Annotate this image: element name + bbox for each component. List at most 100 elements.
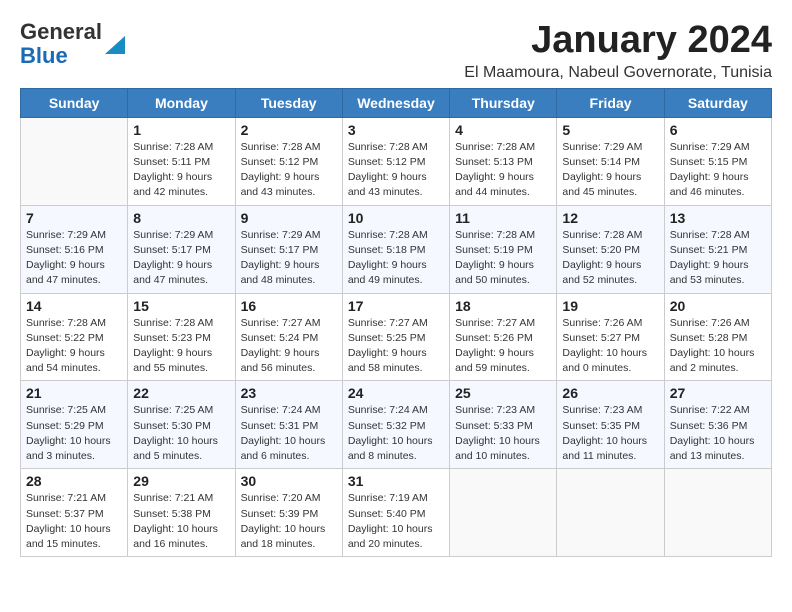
day-info: Sunrise: 7:29 AM Sunset: 5:15 PM Dayligh… <box>670 140 766 201</box>
logo-general: General <box>20 19 102 44</box>
day-number: 2 <box>241 122 337 138</box>
calendar-row: 14 Sunrise: 7:28 AM Sunset: 5:22 PM Dayli… <box>21 293 772 381</box>
day-info: Sunrise: 7:22 AM Sunset: 5:36 PM Dayligh… <box>670 403 766 464</box>
day-number: 15 <box>133 298 229 314</box>
calendar-cell: 5Sunrise: 7:29 AM Sunset: 5:14 PM Daylig… <box>557 117 664 205</box>
weekday-header-cell: Monday <box>128 88 235 117</box>
day-number: 24 <box>348 385 444 401</box>
calendar-cell: 29 Sunrise: 7:21 AM Sunset: 5:38 PM Dayli… <box>128 469 235 557</box>
day-info: Sunrise: 7:29 AM Sunset: 5:17 PM Dayligh… <box>133 228 229 289</box>
day-number: 23 <box>241 385 337 401</box>
day-info: Sunrise: 7:24 AM Sunset: 5:31 PM Dayligh… <box>241 403 337 464</box>
calendar-row: 21Sunrise: 7:25 AM Sunset: 5:29 PM Dayli… <box>21 381 772 469</box>
day-info: Sunrise: 7:27 AM Sunset: 5:25 PM Dayligh… <box>348 316 444 377</box>
day-info: Sunrise: 7:20 AM Sunset: 5:39 PM Dayligh… <box>241 491 337 552</box>
day-number: 10 <box>348 210 444 226</box>
weekday-header-cell: Sunday <box>21 88 128 117</box>
calendar-cell: 16 Sunrise: 7:27 AM Sunset: 5:24 PM Dayli… <box>235 293 342 381</box>
day-info: Sunrise: 7:28 AM Sunset: 5:12 PM Dayligh… <box>241 140 337 201</box>
day-info: Sunrise: 7:25 AM Sunset: 5:30 PM Dayligh… <box>133 403 229 464</box>
weekday-header-cell: Wednesday <box>342 88 449 117</box>
calendar-cell <box>450 469 557 557</box>
day-number: 25 <box>455 385 551 401</box>
calendar-cell: 17Sunrise: 7:27 AM Sunset: 5:25 PM Dayli… <box>342 293 449 381</box>
month-title: January 2024 <box>464 20 772 62</box>
day-number: 26 <box>562 385 658 401</box>
day-info: Sunrise: 7:26 AM Sunset: 5:27 PM Dayligh… <box>562 316 658 377</box>
calendar-cell <box>664 469 771 557</box>
calendar-cell: 2 Sunrise: 7:28 AM Sunset: 5:12 PM Daylig… <box>235 117 342 205</box>
day-number: 29 <box>133 473 229 489</box>
day-info: Sunrise: 7:29 AM Sunset: 5:16 PM Dayligh… <box>26 228 122 289</box>
day-number: 30 <box>241 473 337 489</box>
day-number: 1 <box>133 122 229 138</box>
calendar-cell: 10 Sunrise: 7:28 AM Sunset: 5:18 PM Dayli… <box>342 205 449 293</box>
day-info: Sunrise: 7:21 AM Sunset: 5:38 PM Dayligh… <box>133 491 229 552</box>
title-area: January 2024 El Maamoura, Nabeul Governo… <box>464 20 772 82</box>
calendar-cell: 9 Sunrise: 7:29 AM Sunset: 5:17 PM Daylig… <box>235 205 342 293</box>
day-number: 9 <box>241 210 337 226</box>
day-number: 19 <box>562 298 658 314</box>
logo-triangle-icon <box>105 26 125 54</box>
logo: General Blue <box>20 20 125 68</box>
logo-text-block: General Blue <box>20 20 125 68</box>
day-info: Sunrise: 7:28 AM Sunset: 5:11 PM Dayligh… <box>133 140 229 201</box>
day-info: Sunrise: 7:27 AM Sunset: 5:24 PM Dayligh… <box>241 316 337 377</box>
day-info: Sunrise: 7:28 AM Sunset: 5:22 PM Dayligh… <box>26 316 122 377</box>
day-info: Sunrise: 7:28 AM Sunset: 5:21 PM Dayligh… <box>670 228 766 289</box>
calendar-cell: 31Sunrise: 7:19 AM Sunset: 5:40 PM Dayli… <box>342 469 449 557</box>
calendar-cell: 4Sunrise: 7:28 AM Sunset: 5:13 PM Daylig… <box>450 117 557 205</box>
logo-blue: Blue <box>20 43 68 68</box>
calendar-cell: 18 Sunrise: 7:27 AM Sunset: 5:26 PM Dayli… <box>450 293 557 381</box>
day-info: Sunrise: 7:25 AM Sunset: 5:29 PM Dayligh… <box>26 403 122 464</box>
day-info: Sunrise: 7:29 AM Sunset: 5:17 PM Dayligh… <box>241 228 337 289</box>
header: General Blue January 2024 El Maamoura, N… <box>20 20 772 82</box>
calendar-cell <box>557 469 664 557</box>
weekday-header-cell: Tuesday <box>235 88 342 117</box>
day-number: 31 <box>348 473 444 489</box>
day-info: Sunrise: 7:23 AM Sunset: 5:33 PM Dayligh… <box>455 403 551 464</box>
day-info: Sunrise: 7:28 AM Sunset: 5:20 PM Dayligh… <box>562 228 658 289</box>
day-info: Sunrise: 7:23 AM Sunset: 5:35 PM Dayligh… <box>562 403 658 464</box>
calendar-cell: 30 Sunrise: 7:20 AM Sunset: 5:39 PM Dayli… <box>235 469 342 557</box>
day-info: Sunrise: 7:28 AM Sunset: 5:18 PM Dayligh… <box>348 228 444 289</box>
day-info: Sunrise: 7:21 AM Sunset: 5:37 PM Dayligh… <box>26 491 122 552</box>
calendar-table: SundayMondayTuesdayWednesdayThursdayFrid… <box>20 88 772 557</box>
calendar-cell: 22Sunrise: 7:25 AM Sunset: 5:30 PM Dayli… <box>128 381 235 469</box>
calendar-row: 7 Sunrise: 7:29 AM Sunset: 5:16 PM Daylig… <box>21 205 772 293</box>
calendar-cell: 14 Sunrise: 7:28 AM Sunset: 5:22 PM Dayli… <box>21 293 128 381</box>
day-info: Sunrise: 7:26 AM Sunset: 5:28 PM Dayligh… <box>670 316 766 377</box>
day-number: 5 <box>562 122 658 138</box>
day-number: 20 <box>670 298 766 314</box>
calendar-row: 28 Sunrise: 7:21 AM Sunset: 5:37 PM Dayli… <box>21 469 772 557</box>
calendar-cell: 20 Sunrise: 7:26 AM Sunset: 5:28 PM Dayli… <box>664 293 771 381</box>
day-number: 13 <box>670 210 766 226</box>
calendar-cell: 24 Sunrise: 7:24 AM Sunset: 5:32 PM Dayli… <box>342 381 449 469</box>
calendar-cell: 1 Sunrise: 7:28 AM Sunset: 5:11 PM Daylig… <box>128 117 235 205</box>
day-number: 7 <box>26 210 122 226</box>
day-number: 3 <box>348 122 444 138</box>
calendar-cell: 15 Sunrise: 7:28 AM Sunset: 5:23 PM Dayli… <box>128 293 235 381</box>
day-number: 4 <box>455 122 551 138</box>
day-info: Sunrise: 7:28 AM Sunset: 5:23 PM Dayligh… <box>133 316 229 377</box>
day-number: 18 <box>455 298 551 314</box>
day-number: 27 <box>670 385 766 401</box>
weekday-header-row: SundayMondayTuesdayWednesdayThursdayFrid… <box>21 88 772 117</box>
day-number: 16 <box>241 298 337 314</box>
calendar-cell: 3Sunrise: 7:28 AM Sunset: 5:12 PM Daylig… <box>342 117 449 205</box>
calendar-cell: 13 Sunrise: 7:28 AM Sunset: 5:21 PM Dayli… <box>664 205 771 293</box>
day-info: Sunrise: 7:24 AM Sunset: 5:32 PM Dayligh… <box>348 403 444 464</box>
calendar-cell: 6 Sunrise: 7:29 AM Sunset: 5:15 PM Daylig… <box>664 117 771 205</box>
calendar-cell: 7 Sunrise: 7:29 AM Sunset: 5:16 PM Daylig… <box>21 205 128 293</box>
weekday-header-cell: Friday <box>557 88 664 117</box>
day-number: 6 <box>670 122 766 138</box>
calendar-cell: 12Sunrise: 7:28 AM Sunset: 5:20 PM Dayli… <box>557 205 664 293</box>
day-number: 28 <box>26 473 122 489</box>
day-info: Sunrise: 7:28 AM Sunset: 5:19 PM Dayligh… <box>455 228 551 289</box>
calendar-cell: 27 Sunrise: 7:22 AM Sunset: 5:36 PM Dayli… <box>664 381 771 469</box>
day-info: Sunrise: 7:27 AM Sunset: 5:26 PM Dayligh… <box>455 316 551 377</box>
day-number: 14 <box>26 298 122 314</box>
location-title: El Maamoura, Nabeul Governorate, Tunisia <box>464 64 772 82</box>
day-number: 8 <box>133 210 229 226</box>
calendar-cell: 11Sunrise: 7:28 AM Sunset: 5:19 PM Dayli… <box>450 205 557 293</box>
